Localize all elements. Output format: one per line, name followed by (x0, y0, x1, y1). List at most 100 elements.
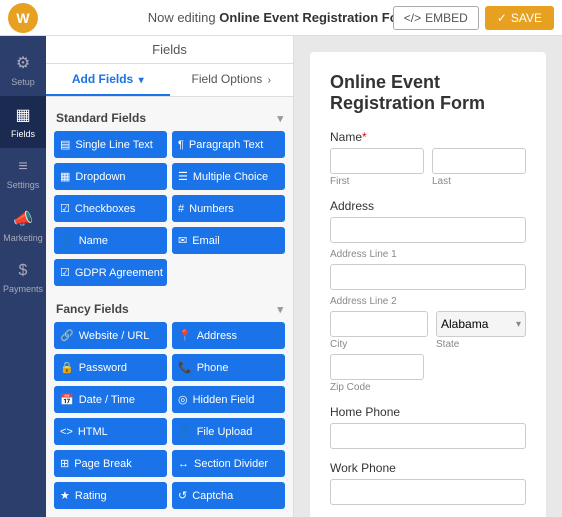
fancy-fields-label: Fancy Fields (56, 302, 129, 316)
fields-tabs: Add Fields ▾ Field Options › (46, 64, 293, 97)
first-name-input[interactable] (330, 148, 424, 174)
field-btn-email[interactable]: ✉ Email (172, 227, 285, 254)
field-btn-phone[interactable]: 📞 Phone (172, 354, 285, 381)
zip-input[interactable] (330, 354, 424, 380)
marketing-icon: 📣 (13, 209, 33, 229)
embed-icon: </> (404, 11, 421, 25)
field-btn-checkboxes[interactable]: ☑ Checkboxes (54, 195, 167, 222)
fancy-fields-grid: 🔗 Website / URL 📍 Address 🔒 Password 📞 P… (54, 322, 285, 509)
dropdown-icon: ▦ (60, 170, 70, 183)
standard-fields-chevron: ▾ (277, 112, 283, 125)
embed-button[interactable]: </> EMBED (393, 6, 479, 30)
state-wrap: Alabama ▾ State (436, 311, 526, 350)
fancy-fields-chevron: ▾ (277, 303, 283, 316)
field-btn-gdpr[interactable]: ☑ GDPR Agreement (54, 259, 167, 286)
field-btn-page-break[interactable]: ⊞ Page Break (54, 450, 167, 477)
email-icon: ✉ (178, 234, 187, 247)
address-line2-input[interactable] (330, 264, 526, 290)
password-icon: 🔒 (60, 361, 74, 374)
fields-content: Standard Fields ▾ ▤ Single Line Text ¶ P… (46, 97, 293, 517)
field-btn-dropdown[interactable]: ▦ Dropdown (54, 163, 167, 190)
first-name-wrap: First (330, 148, 424, 187)
rating-label: Rating (75, 490, 107, 502)
last-name-input[interactable] (432, 148, 526, 174)
field-btn-file-upload[interactable]: 👤 File Upload (172, 418, 285, 445)
field-btn-hidden-field[interactable]: ◎ Hidden Field (172, 386, 285, 413)
form-field-name: Name* First Last (330, 130, 526, 187)
name-field-label: Name* (330, 130, 526, 144)
email-label: Email (192, 235, 220, 247)
hidden-field-label: Hidden Field (193, 394, 255, 406)
settings-icon: ≡ (18, 158, 27, 176)
sidebar-item-fields[interactable]: ▦ Fields (0, 96, 46, 148)
fields-panel-header: Fields (46, 36, 293, 64)
dropdown-label: Dropdown (75, 171, 125, 183)
field-btn-address[interactable]: 📍 Address (172, 322, 285, 349)
phone-icon: 📞 (178, 361, 192, 374)
tab-field-options-label: Field Options (192, 72, 263, 86)
tab-field-options[interactable]: Field Options › (170, 64, 294, 96)
last-name-sublabel: Last (432, 176, 526, 187)
section-divider-label: Section Divider (194, 458, 268, 470)
standard-fields-label: Standard Fields (56, 111, 146, 125)
address-label: Address (197, 330, 237, 342)
tab-add-fields[interactable]: Add Fields ▾ (46, 64, 170, 96)
sidebar-item-settings[interactable]: ≡ Settings (0, 148, 46, 200)
tab-field-options-arrow: › (268, 75, 271, 86)
top-bar: W Now editing Online Event Registration … (0, 0, 562, 36)
sidebar-item-setup[interactable]: ⚙ Setup (0, 44, 46, 96)
field-btn-name[interactable]: 👤 Name (54, 227, 167, 254)
editing-title: Now editing Online Event Registration Fo… (148, 10, 415, 25)
numbers-label: Numbers (189, 203, 234, 215)
captcha-label: Captcha (192, 490, 233, 502)
state-select[interactable]: Alabama ▾ (436, 311, 526, 337)
city-sublabel: City (330, 339, 428, 350)
payments-label: Payments (3, 284, 43, 294)
form-preview: Online Event Registration Form Name* Fir… (294, 36, 562, 517)
field-btn-single-line-text[interactable]: ▤ Single Line Text (54, 131, 167, 158)
single-line-text-label: Single Line Text (75, 139, 152, 151)
multiple-choice-icon: ☰ (178, 170, 188, 183)
checkboxes-label: Checkboxes (75, 203, 136, 215)
rating-icon: ★ (60, 489, 70, 502)
field-btn-password[interactable]: 🔒 Password (54, 354, 167, 381)
sidebar-item-payments[interactable]: $ Payments (0, 252, 46, 304)
hidden-field-icon: ◎ (178, 393, 188, 406)
work-phone-input[interactable] (330, 479, 526, 505)
paragraph-text-label: Paragraph Text (189, 139, 263, 151)
address-icon: 📍 (178, 329, 192, 342)
website-url-icon: 🔗 (60, 329, 74, 342)
fancy-fields-header: Fancy Fields ▾ (54, 296, 285, 322)
field-btn-rating[interactable]: ★ Rating (54, 482, 167, 509)
field-btn-captcha[interactable]: ↺ Captcha (172, 482, 285, 509)
form-preview-title: Online Event Registration Form (330, 72, 526, 114)
editing-prefix: Now editing (148, 10, 216, 25)
field-btn-section-divider[interactable]: ↔ Section Divider (172, 450, 285, 477)
fields-panel-title: Fields (152, 42, 187, 57)
gdpr-label: GDPR Agreement (75, 267, 163, 279)
date-time-label: Date / Time (79, 394, 135, 406)
numbers-icon: # (178, 203, 184, 215)
save-label: SAVE (511, 11, 542, 25)
form-name: Online Event Registration Form (219, 10, 414, 25)
last-name-wrap: Last (432, 148, 526, 187)
html-label: HTML (78, 426, 108, 438)
city-input[interactable] (330, 311, 428, 337)
tab-add-fields-arrow: ▾ (139, 75, 144, 86)
html-icon: <> (60, 426, 73, 438)
form-field-work-phone: Work Phone (330, 461, 526, 505)
field-btn-paragraph-text[interactable]: ¶ Paragraph Text (172, 131, 285, 158)
logo: W (8, 3, 38, 33)
field-btn-numbers[interactable]: # Numbers (172, 195, 285, 222)
save-button[interactable]: ✓ SAVE (485, 6, 554, 30)
field-btn-date-time[interactable]: 📅 Date / Time (54, 386, 167, 413)
standard-fields-grid: ▤ Single Line Text ¶ Paragraph Text ▦ Dr… (54, 131, 285, 286)
field-btn-multiple-choice[interactable]: ☰ Multiple Choice (172, 163, 285, 190)
field-btn-html[interactable]: <> HTML (54, 418, 167, 445)
field-btn-website-url[interactable]: 🔗 Website / URL (54, 322, 167, 349)
name-icon: 👤 (60, 234, 74, 247)
embed-label: EMBED (425, 11, 468, 25)
address-line1-input[interactable] (330, 217, 526, 243)
home-phone-input[interactable] (330, 423, 526, 449)
sidebar-item-marketing[interactable]: 📣 Marketing (0, 200, 46, 252)
